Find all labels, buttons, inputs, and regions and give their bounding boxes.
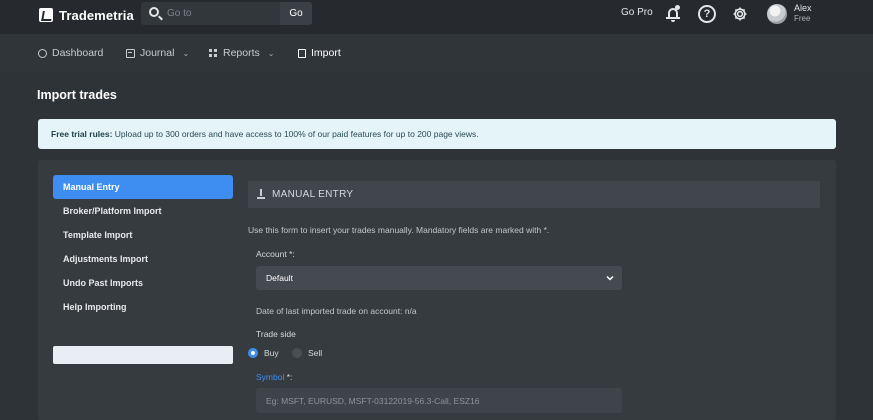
- upload-icon: [257, 189, 265, 199]
- account-label: Account *:: [256, 249, 295, 259]
- account-select[interactable]: Default: [256, 266, 622, 290]
- symbol-label-text: Symbol: [256, 372, 285, 382]
- search-go-button[interactable]: Go: [280, 2, 312, 25]
- sidebar-item-adjustments-import[interactable]: Adjustments Import: [53, 247, 233, 271]
- sidebar-item-template-import[interactable]: Template Import: [53, 223, 233, 247]
- search-box: Go: [141, 2, 312, 25]
- panel-intro: Use this form to insert your trades manu…: [248, 225, 550, 235]
- user-plan: Free: [794, 14, 811, 23]
- nav-journal[interactable]: Journal ⌄: [126, 46, 189, 60]
- calendar-icon: [126, 48, 135, 58]
- panel-header: MANUAL ENTRY: [248, 181, 820, 208]
- help-icon[interactable]: ?: [698, 5, 716, 23]
- nav-journal-label: Journal: [140, 47, 175, 59]
- sidebar-item-help-importing[interactable]: Help Importing: [53, 295, 233, 319]
- search-icon: [149, 7, 159, 17]
- nav-reports[interactable]: Reports ⌄: [209, 46, 274, 60]
- sidebar-item-undo-imports[interactable]: Undo Past Imports: [53, 271, 233, 295]
- chevron-down-icon: ⌄: [267, 48, 275, 58]
- import-card: Manual Entry Broker/Platform Import Temp…: [38, 160, 836, 420]
- nav-reports-label: Reports: [223, 47, 260, 59]
- symbol-label: Symbol *:: [256, 372, 292, 382]
- brand-logo-icon: [39, 8, 53, 22]
- panel-title: MANUAL ENTRY: [272, 189, 354, 200]
- trade-side-buy-radio[interactable]: [248, 348, 258, 358]
- sidebar-item-manual-entry[interactable]: Manual Entry: [53, 175, 233, 199]
- account-select-value: Default: [266, 273, 293, 283]
- search-input[interactable]: [167, 5, 287, 22]
- file-icon: [298, 48, 306, 58]
- sidebar-item-broker-import[interactable]: Broker/Platform Import: [53, 199, 233, 223]
- alert-text: Upload up to 300 orders and have access …: [112, 129, 479, 139]
- gear-icon[interactable]: [731, 5, 749, 23]
- brand[interactable]: Trademetria: [39, 7, 134, 23]
- symbol-required-mark: *:: [284, 372, 293, 382]
- nav-import-label: Import: [311, 47, 341, 59]
- symbol-input[interactable]: [256, 388, 622, 413]
- trade-side-sell-label[interactable]: Sell: [308, 348, 322, 358]
- chevron-down-icon: ⌄: [182, 48, 190, 58]
- brand-name: Trademetria: [59, 7, 134, 23]
- user-name[interactable]: Alex: [794, 3, 812, 13]
- sidebar-placeholder-box: [53, 346, 233, 364]
- go-pro-link[interactable]: Go Pro: [621, 7, 653, 18]
- avatar[interactable]: [767, 4, 787, 24]
- nav-dashboard[interactable]: Dashboard: [38, 46, 103, 60]
- grid-icon: [209, 48, 218, 58]
- page-title: Import trades: [37, 88, 117, 102]
- nav-dashboard-label: Dashboard: [52, 47, 104, 59]
- free-trial-alert: Free trial rules: Upload up to 300 order…: [38, 119, 836, 149]
- dashboard-icon: [38, 48, 47, 58]
- top-navbar: Trademetria Go Go Pro ? Alex Free: [0, 0, 873, 34]
- alert-bold: Free trial rules:: [51, 129, 113, 139]
- last-imported-trade-text: Date of last imported trade on account: …: [256, 306, 417, 316]
- trade-side-sell-radio[interactable]: [292, 348, 302, 358]
- trade-side-buy-label[interactable]: Buy: [264, 348, 279, 358]
- chevron-down-icon: [606, 266, 614, 300]
- trade-side-label: Trade side: [256, 329, 296, 339]
- nav-import[interactable]: Import: [298, 46, 341, 60]
- bell-icon[interactable]: [664, 5, 682, 23]
- secondary-navbar: Dashboard Journal ⌄ Reports ⌄ Import: [0, 34, 873, 72]
